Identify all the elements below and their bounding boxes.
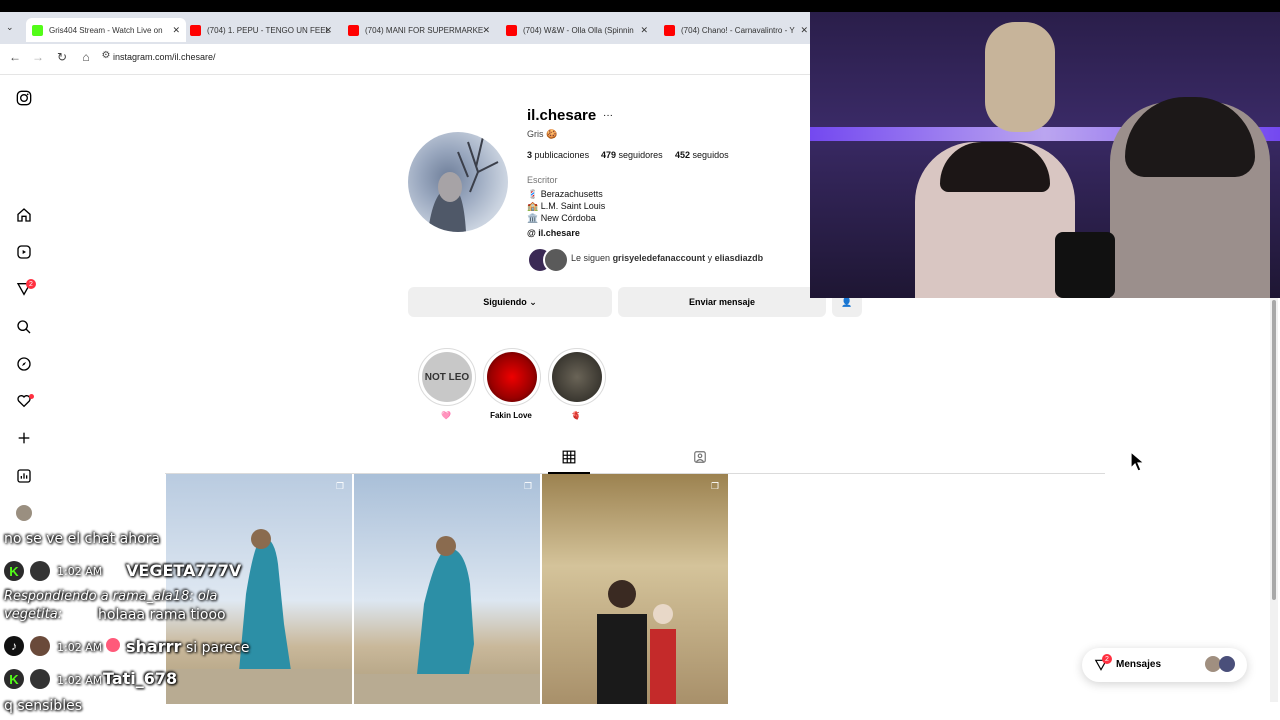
close-icon[interactable]: ✕ <box>172 25 180 36</box>
user-avatar <box>30 669 50 689</box>
dashboard-icon[interactable] <box>14 466 34 486</box>
search-icon[interactable] <box>14 317 34 337</box>
youtube-icon <box>664 24 675 36</box>
scrollbar-thumb[interactable] <box>1272 300 1276 600</box>
kick-icon <box>32 24 43 36</box>
followed-by-text[interactable]: Le siguen grisyeledefanaccount y eliasdi… <box>571 253 763 263</box>
messages-badge: 2 <box>1102 654 1112 664</box>
badge-icon <box>106 638 120 652</box>
tab-1[interactable]: Gris404 Stream - Watch Live on ✕ <box>26 18 186 42</box>
notifications-badge: 2 <box>26 279 36 289</box>
following-button[interactable]: Siguiendo ⌄ <box>408 287 612 317</box>
profile-name: Gris 🍪 <box>527 129 558 139</box>
microphone <box>1055 232 1115 298</box>
posts-stat[interactable]: 3 publicaciones <box>527 150 589 160</box>
chat-time: 1:02 AM <box>57 674 103 687</box>
forward-icon[interactable]: → <box>30 50 46 64</box>
avatar <box>1219 656 1235 672</box>
highlight-cover <box>552 352 602 402</box>
bio-line-3: 🏛️ New Córdoba <box>527 213 596 223</box>
highlight-label: Fakin Love <box>490 411 532 420</box>
chat-message: si parece <box>186 640 250 656</box>
followers-stat[interactable]: 479 seguidores <box>601 150 663 160</box>
chat-username: vegetita: <box>4 607 63 622</box>
url-field[interactable]: instagram.com/il.chesare/ <box>113 52 216 62</box>
reload-icon[interactable]: ↻ <box>54 50 70 64</box>
threads-icon: @ <box>527 228 536 238</box>
youtube-icon <box>190 24 201 36</box>
kick-icon: K <box>4 561 24 581</box>
highlight-3[interactable] <box>548 348 606 406</box>
explore-icon[interactable] <box>14 354 34 374</box>
youtube-icon <box>348 24 359 36</box>
grid-icon <box>562 450 576 464</box>
tagged-icon <box>694 451 706 463</box>
create-icon[interactable] <box>14 428 34 448</box>
chevron-down-icon: ⌄ <box>529 296 537 307</box>
carousel-icon: ❐ <box>336 481 345 491</box>
carousel-icon: ❐ <box>524 481 533 491</box>
chat-time: 1:02 AM <box>57 565 103 578</box>
chat-reply-label: Respondiendo a rama_ala18: ola <box>4 589 218 604</box>
hair <box>940 142 1050 192</box>
post-3[interactable] <box>542 474 728 704</box>
follower-avatar-2 <box>543 247 569 273</box>
back-icon[interactable]: ← <box>7 50 23 64</box>
profile-username: il.chesare <box>527 107 597 124</box>
chat-username: Tati_678 <box>103 669 178 688</box>
highlight-label: 🫀 <box>571 411 581 420</box>
messages-label: Mensajes <box>1116 659 1162 670</box>
tab-3[interactable]: (704) MANI FOR SUPERMARKE ✕ <box>348 18 496 42</box>
tagged-tab[interactable] <box>693 450 707 469</box>
user-avatar <box>30 561 50 581</box>
highlight-2[interactable] <box>483 348 541 406</box>
close-icon[interactable]: ✕ <box>482 25 490 36</box>
top-band <box>0 0 1280 12</box>
bio-line-2: 🏫 L.M. Saint Louis <box>527 201 606 211</box>
chat-username: VEGETA777V <box>126 561 242 580</box>
instagram-logo-icon[interactable] <box>14 88 34 108</box>
send-message-button[interactable]: Enviar mensaje <box>618 287 826 317</box>
highlight-label: 🩷 <box>441 411 451 420</box>
tiktok-icon: ♪ <box>4 636 24 656</box>
user-avatar <box>30 636 50 656</box>
tab-list-dropdown-icon[interactable]: ⌄ <box>6 22 14 33</box>
tab-4[interactable]: (704) W&W - Olla Olla (Spinnin ✕ <box>506 18 654 42</box>
close-icon[interactable]: ✕ <box>324 25 332 36</box>
highlight-1[interactable]: NOT LEO <box>418 348 476 406</box>
threads-link[interactable]: @ il.chesare <box>527 228 580 238</box>
cat-sticker <box>985 22 1055 132</box>
reels-icon[interactable] <box>14 242 34 262</box>
activity-dot <box>29 394 34 399</box>
highlight-cover <box>487 352 537 402</box>
bio-line-1: 💈 Berazachusetts <box>527 189 603 199</box>
home-nav-icon[interactable] <box>14 205 34 225</box>
add-user-icon: 👤 <box>841 296 853 307</box>
messages-widget[interactable]: 2 Mensajes <box>1082 648 1247 682</box>
chat-line: no se ve el chat ahora <box>4 531 160 547</box>
posts-grid-tab[interactable] <box>562 450 576 469</box>
close-icon[interactable]: ✕ <box>800 25 808 36</box>
tab-5[interactable]: (704) Chano! - Carnavalintro - Y ✕ <box>664 18 810 42</box>
site-info-icon[interactable]: ⚙ <box>98 50 114 61</box>
cursor-icon <box>1130 451 1146 472</box>
profile-category: Escritor <box>527 175 558 185</box>
highlight-cover: NOT LEO <box>422 352 472 402</box>
kick-icon: K <box>4 669 24 689</box>
chat-message: holaaa rama tiooo <box>98 607 226 623</box>
webcam-overlay <box>810 12 1280 298</box>
tab-2[interactable]: (704) 1. PEPU - TENGO UN FEEL ✕ <box>190 18 338 42</box>
profile-avatar-icon[interactable] <box>16 505 32 521</box>
chat-username: sharrr <box>126 637 182 656</box>
profile-avatar[interactable] <box>408 132 508 232</box>
youtube-icon <box>506 24 517 36</box>
chat-line: q sensibles <box>4 698 82 714</box>
carousel-icon: ❐ <box>711 481 720 491</box>
post-2[interactable] <box>354 474 540 704</box>
following-stat[interactable]: 452 seguidos <box>675 150 729 160</box>
chat-time: 1:02 AM <box>57 641 103 654</box>
close-icon[interactable]: ✕ <box>640 25 648 36</box>
home-icon[interactable]: ⌂ <box>78 50 94 64</box>
more-options-icon[interactable]: ··· <box>603 110 613 121</box>
